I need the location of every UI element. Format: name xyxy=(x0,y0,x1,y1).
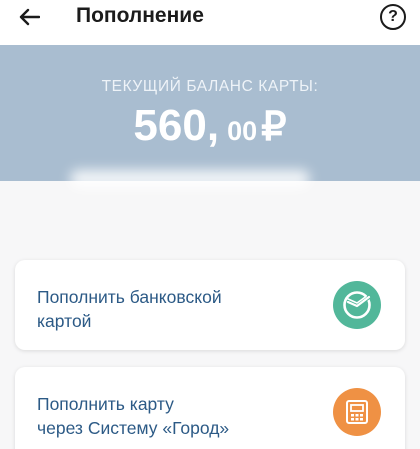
back-button[interactable] xyxy=(14,2,44,32)
balance-panel: ТЕКУЩИЙ БАЛАНС КАРТЫ: 560, 00 ₽ xyxy=(0,45,420,181)
balance-integer: 560 xyxy=(133,101,207,150)
option-line-2: картой xyxy=(37,311,92,331)
balance-separator: , xyxy=(206,101,220,150)
help-button[interactable]: ? xyxy=(380,4,406,30)
blurred-card-number xyxy=(70,170,310,188)
option-line-2: через Систему «Город» xyxy=(37,418,230,438)
sberbank-logo-icon xyxy=(333,281,381,329)
topup-bank-card-label: Пополнить банковской картой xyxy=(37,285,222,333)
page-title: Пополнение xyxy=(76,4,204,27)
topup-gorod-option[interactable]: Пополнить карту через Систему «Город» xyxy=(15,367,405,449)
topup-gorod-label: Пополнить карту через Систему «Город» xyxy=(37,392,229,440)
currency-symbol: ₽ xyxy=(261,105,287,149)
option-line-1: Пополнить банковской xyxy=(37,287,222,307)
arrow-left-icon xyxy=(19,8,40,26)
balance-decimal: 00 xyxy=(227,116,258,146)
question-circle-icon: ? xyxy=(388,8,398,25)
top-app-bar: Пополнение ? xyxy=(0,0,420,45)
balance-label: ТЕКУЩИЙ БАЛАНС КАРТЫ: xyxy=(101,78,319,95)
gorod-payment-terminal-icon xyxy=(333,388,381,436)
option-line-1: Пополнить карту xyxy=(37,394,174,414)
topup-bank-card-option[interactable]: Пополнить банковской картой xyxy=(15,260,405,350)
balance-amount: 560, 00 ₽ xyxy=(0,101,420,151)
